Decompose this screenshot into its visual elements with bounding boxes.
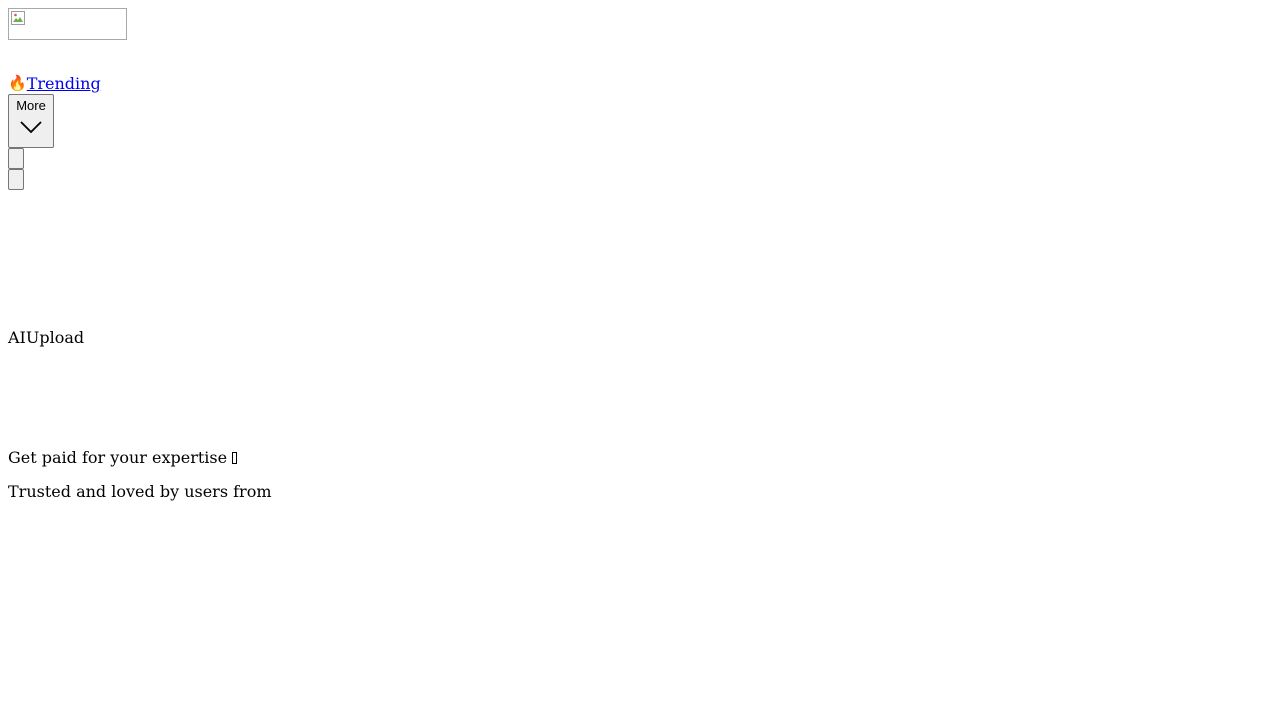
upload-label[interactable]: Upload xyxy=(26,328,84,347)
ai-label: AI xyxy=(8,328,26,347)
ai-upload-row: AIUpload xyxy=(8,328,84,348)
trusted-by-text: Trusted and loved by users from xyxy=(8,482,272,501)
fire-icon: 🔥 xyxy=(8,74,27,92)
trending-link[interactable]: Trending xyxy=(27,74,101,94)
logo-image[interactable] xyxy=(8,8,127,40)
get-paid-text: Get paid for your expertise xyxy=(8,448,228,467)
broken-image-icon xyxy=(11,11,25,25)
icon-button-1[interactable] xyxy=(8,148,24,169)
arrow-icon xyxy=(232,452,238,464)
chevron-down-icon xyxy=(20,121,42,134)
trending-nav[interactable]: 🔥 Trending xyxy=(8,74,101,94)
more-button-label: More xyxy=(16,98,46,113)
icon-button-2[interactable] xyxy=(8,169,24,190)
get-paid-link[interactable]: Get paid for your expertise xyxy=(8,448,238,468)
more-button[interactable]: More xyxy=(8,94,54,148)
